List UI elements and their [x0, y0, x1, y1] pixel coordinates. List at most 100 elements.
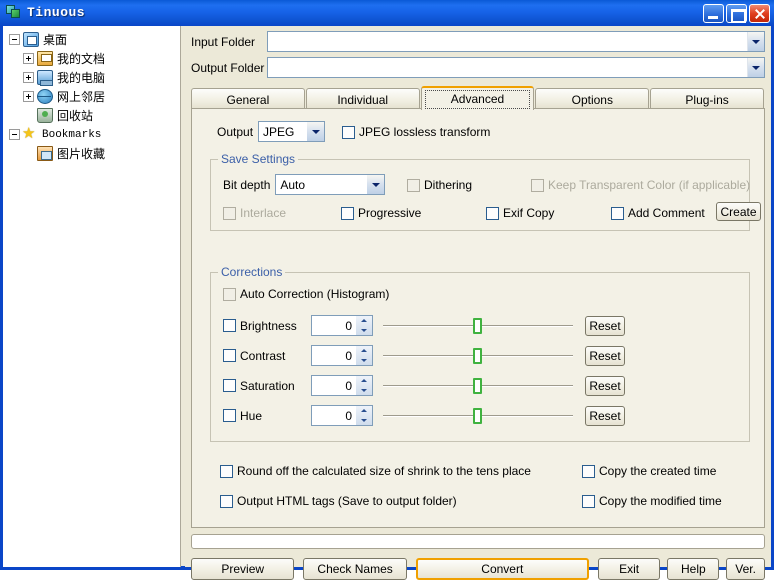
- saturation-checkbox[interactable]: Saturation: [223, 379, 301, 393]
- tab-individual[interactable]: Individual: [305, 88, 420, 110]
- preview-button[interactable]: Preview: [191, 558, 295, 580]
- spinner-up-icon[interactable]: [356, 346, 372, 356]
- exif-copy-checkbox[interactable]: Exif Copy: [486, 206, 554, 220]
- tab-general[interactable]: General: [191, 88, 305, 110]
- jpeg-lossless-transform-checkbox[interactable]: JPEG lossless transform: [342, 125, 490, 139]
- output-folder-combo[interactable]: [267, 57, 765, 78]
- checkbox-indicator[interactable]: [342, 125, 355, 139]
- create-comment-button[interactable]: Create: [716, 202, 761, 221]
- main-panel: Input Folder Output Folder General Indiv…: [185, 26, 771, 580]
- auto-correction-checkbox[interactable]: Auto Correction (Histogram): [223, 287, 389, 301]
- maximize-icon[interactable]: [726, 3, 747, 23]
- check-names-button[interactable]: Check Names: [303, 558, 407, 580]
- tab-advanced[interactable]: Advanced: [420, 86, 535, 110]
- expand-toggle-icon[interactable]: [23, 53, 34, 64]
- contrast-slider[interactable]: [383, 345, 573, 366]
- brightness-slider[interactable]: [383, 315, 573, 336]
- collapse-toggle-icon[interactable]: [9, 34, 20, 45]
- contrast-reset-button[interactable]: Reset: [585, 345, 625, 366]
- checkbox-indicator[interactable]: [341, 206, 354, 220]
- hue-slider[interactable]: [383, 405, 573, 426]
- brightness-spinner[interactable]: 0: [311, 315, 373, 336]
- spinner-buttons[interactable]: [356, 316, 372, 335]
- folder-tree[interactable]: 桌面 我的文档 我的电脑 网上邻居 回收站 ★ Bookmarks 图片收藏: [3, 26, 180, 163]
- slider-thumb[interactable]: [473, 408, 482, 424]
- hue-reset-button[interactable]: Reset: [585, 405, 625, 426]
- slider-thumb[interactable]: [473, 318, 482, 334]
- hue-checkbox[interactable]: Hue: [223, 409, 301, 423]
- input-folder-combo[interactable]: [267, 31, 765, 52]
- checkbox-indicator[interactable]: [407, 178, 420, 192]
- tab-plugins[interactable]: Plug-ins: [650, 88, 764, 110]
- convert-button[interactable]: Convert: [415, 558, 589, 580]
- saturation-spinner[interactable]: 0: [311, 375, 373, 396]
- spinner-buttons[interactable]: [356, 406, 372, 425]
- minimize-icon[interactable]: [703, 3, 724, 23]
- tree-item-my-computer[interactable]: 我的电脑: [23, 68, 180, 87]
- slider-thumb[interactable]: [473, 378, 482, 394]
- checkbox-indicator[interactable]: [223, 349, 236, 362]
- expand-toggle-icon[interactable]: [23, 72, 34, 83]
- checkbox-label: Add Comment: [628, 206, 705, 220]
- checkbox-indicator[interactable]: [223, 379, 236, 392]
- hue-spinner[interactable]: 0: [311, 405, 373, 426]
- spinner-value: 0: [345, 318, 352, 333]
- tab-strip[interactable]: General Individual Advanced Options Plug…: [191, 86, 765, 110]
- chevron-down-icon[interactable]: [747, 58, 764, 77]
- chevron-down-icon[interactable]: [307, 122, 325, 141]
- slider-thumb[interactable]: [473, 348, 482, 364]
- bit-depth-dropdown[interactable]: Auto: [275, 174, 386, 195]
- tree-item-recycle-bin[interactable]: 回收站: [23, 106, 180, 125]
- close-icon[interactable]: [749, 3, 770, 23]
- checkbox-indicator[interactable]: [223, 319, 236, 332]
- spinner-up-icon[interactable]: [356, 406, 372, 416]
- contrast-checkbox[interactable]: Contrast: [223, 349, 301, 363]
- help-button[interactable]: Help: [667, 558, 720, 580]
- tree-item-my-documents[interactable]: 我的文档: [23, 49, 180, 68]
- checkbox-indicator[interactable]: [611, 206, 624, 220]
- tab-options[interactable]: Options: [535, 88, 650, 110]
- checkbox-indicator[interactable]: [582, 464, 595, 478]
- collapse-toggle-icon[interactable]: [9, 129, 20, 140]
- brightness-checkbox[interactable]: Brightness: [223, 319, 301, 333]
- bit-depth-label: Bit depth: [223, 177, 271, 192]
- expand-toggle-icon[interactable]: [23, 91, 34, 102]
- spinner-down-icon[interactable]: [356, 326, 372, 336]
- contrast-spinner[interactable]: 0: [311, 345, 373, 366]
- dithering-checkbox[interactable]: Dithering: [407, 178, 472, 192]
- checkbox-indicator[interactable]: [582, 494, 595, 508]
- checkbox-indicator[interactable]: [220, 464, 233, 478]
- copy-modified-time-checkbox[interactable]: Copy the modified time: [582, 494, 722, 508]
- tree-item-bookmarks[interactable]: Bookmarks: [9, 124, 180, 144]
- checkbox-indicator[interactable]: [223, 287, 236, 301]
- spinner-buttons[interactable]: [356, 346, 372, 365]
- chevron-down-icon[interactable]: [367, 175, 385, 194]
- version-button[interactable]: Ver.: [726, 558, 765, 580]
- output-format-dropdown[interactable]: JPEG: [258, 121, 326, 142]
- copy-created-time-checkbox[interactable]: Copy the created time: [582, 464, 716, 478]
- progressive-checkbox[interactable]: Progressive: [341, 206, 421, 220]
- brightness-reset-button[interactable]: Reset: [585, 315, 625, 336]
- checkbox-indicator[interactable]: [223, 409, 236, 422]
- spinner-down-icon[interactable]: [356, 356, 372, 366]
- exit-button[interactable]: Exit: [597, 558, 661, 580]
- spinner-up-icon[interactable]: [356, 316, 372, 326]
- output-html-tags-checkbox[interactable]: Output HTML tags (Save to output folder): [220, 494, 457, 508]
- saturation-reset-button[interactable]: Reset: [585, 375, 625, 396]
- spinner-down-icon[interactable]: [356, 416, 372, 426]
- tree-item-label: 我的电脑: [57, 71, 106, 85]
- tree-item-picture-collection[interactable]: 图片收藏: [23, 144, 180, 163]
- tree-item-desktop[interactable]: 桌面: [9, 30, 180, 49]
- spinner-down-icon[interactable]: [356, 386, 372, 396]
- checkbox-indicator[interactable]: [486, 206, 499, 220]
- save-settings-group: Save Settings Bit depth Auto Dithering K…: [210, 152, 761, 231]
- checkbox-indicator[interactable]: [220, 494, 233, 508]
- saturation-slider[interactable]: [383, 375, 573, 396]
- spinner-buttons[interactable]: [356, 376, 372, 395]
- round-off-size-checkbox[interactable]: Round off the calculated size of shrink …: [220, 464, 531, 478]
- folder-tree-panel[interactable]: 桌面 我的文档 我的电脑 网上邻居 回收站 ★ Bookmarks 图片收藏: [3, 26, 181, 567]
- spinner-up-icon[interactable]: [356, 376, 372, 386]
- add-comment-checkbox[interactable]: Add Comment: [611, 206, 705, 220]
- tree-item-network-places[interactable]: 网上邻居: [23, 87, 180, 106]
- chevron-down-icon[interactable]: [747, 32, 764, 51]
